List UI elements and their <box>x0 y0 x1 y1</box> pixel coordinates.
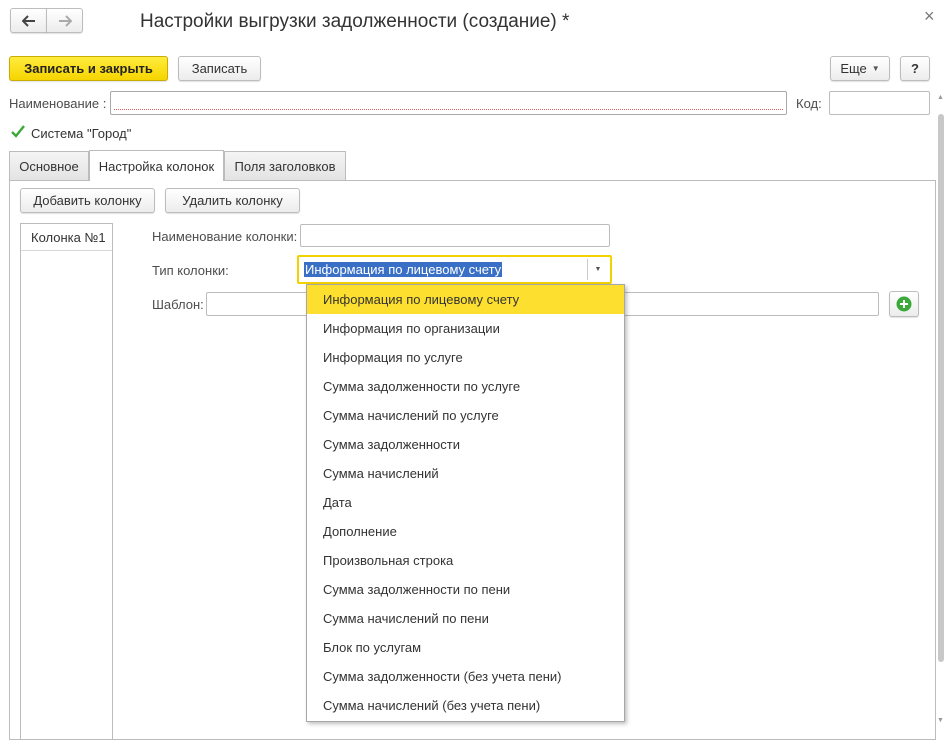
chevron-down-icon: ▼ <box>871 64 880 73</box>
name-field-error-underline <box>114 109 783 110</box>
dropdown-option[interactable]: Сумма задолженности по услуге <box>307 372 624 401</box>
tab-header-fields[interactable]: Поля заголовков <box>224 151 346 180</box>
back-button[interactable] <box>10 8 47 33</box>
dropdown-option[interactable]: Сумма начислений <box>307 459 624 488</box>
help-button[interactable]: ? <box>900 56 930 81</box>
dropdown-option[interactable]: Сумма задолженности по пени <box>307 575 624 604</box>
template-label: Шаблон: <box>152 297 204 312</box>
add-column-button[interactable]: Добавить колонку <box>20 188 155 213</box>
scroll-down-icon[interactable]: ▼ <box>937 717 944 724</box>
columns-list: Колонка №1 <box>20 223 113 740</box>
column-type-label: Тип колонки: <box>152 263 229 278</box>
scrollbar-thumb[interactable] <box>938 114 944 662</box>
tab-main[interactable]: Основное <box>9 151 89 180</box>
column-type-value: Информация по лицевому счету <box>304 262 503 277</box>
add-template-button[interactable] <box>889 291 919 317</box>
name-label: Наименование : <box>9 96 107 111</box>
code-label: Код: <box>796 96 822 111</box>
close-icon[interactable]: × <box>924 6 935 27</box>
save-and-close-button[interactable]: Записать и закрыть <box>9 56 168 81</box>
dropdown-option[interactable]: Информация по услуге <box>307 343 624 372</box>
system-checkbox-label[interactable]: Система "Город" <box>31 126 131 141</box>
dropdown-toggle[interactable]: ▼ <box>587 259 608 280</box>
column-type-select[interactable]: Информация по лицевому счету ▼ <box>297 255 612 284</box>
dropdown-option[interactable]: Сумма задолженности <box>307 430 624 459</box>
save-button[interactable]: Записать <box>178 56 261 81</box>
column-type-dropdown: Информация по лицевому счету Информация п… <box>306 284 625 722</box>
forward-button[interactable] <box>46 8 83 33</box>
plus-circle-icon <box>896 296 912 312</box>
dropdown-option[interactable]: Дата <box>307 488 624 517</box>
arrow-right-icon <box>58 14 72 27</box>
chevron-down-icon: ▼ <box>594 266 602 273</box>
dropdown-option[interactable]: Сумма начислений по пени <box>307 604 624 633</box>
delete-column-button[interactable]: Удалить колонку <box>165 188 300 213</box>
dropdown-option[interactable]: Дополнение <box>307 517 624 546</box>
column-name-field[interactable] <box>300 224 610 247</box>
checkmark-icon <box>11 125 25 138</box>
window-title: Настройки выгрузки задолженности (создан… <box>140 11 570 32</box>
system-checkbox[interactable] <box>10 124 26 140</box>
more-button[interactable]: Еще ▼ <box>830 56 890 81</box>
arrow-left-icon <box>21 14 35 27</box>
dropdown-option[interactable]: Информация по лицевому счету <box>307 285 624 314</box>
tab-column-settings[interactable]: Настройка колонок <box>89 150 224 181</box>
more-label: Еще <box>840 61 867 76</box>
dropdown-option[interactable]: Сумма задолженности (без учета пени) <box>307 662 624 691</box>
scrollbar[interactable]: ▲ ▼ <box>936 94 945 724</box>
column-item-label: Колонка №1 <box>31 230 106 245</box>
dropdown-option[interactable]: Сумма начислений (без учета пени) <box>307 691 624 720</box>
dropdown-option[interactable]: Блок по услугам <box>307 633 624 662</box>
column-name-label: Наименование колонки: <box>152 229 298 244</box>
name-field[interactable] <box>110 91 787 115</box>
code-field[interactable] <box>829 91 930 115</box>
dropdown-option[interactable]: Информация по организации <box>307 314 624 343</box>
list-item[interactable]: Колонка №1 <box>21 224 112 251</box>
scroll-up-icon[interactable]: ▲ <box>937 94 944 101</box>
dropdown-option[interactable]: Сумма начислений по услуге <box>307 401 624 430</box>
dropdown-option[interactable]: Произвольная строка <box>307 546 624 575</box>
